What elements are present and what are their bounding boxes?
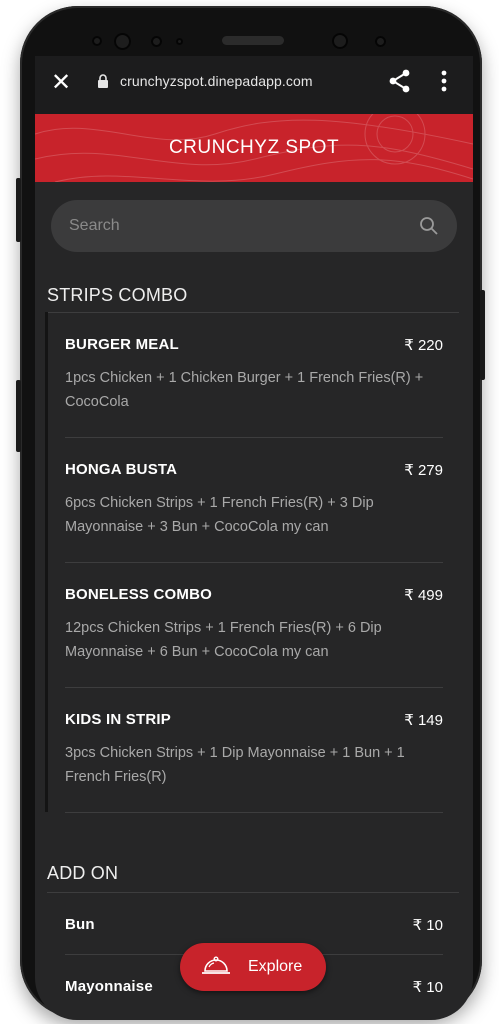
item-price: ₹ 10 bbox=[412, 917, 443, 934]
item-description: 3pcs Chicken Strips + 1 Dip Mayonnaise +… bbox=[65, 745, 405, 785]
item-description: 6pcs Chicken Strips + 1 French Fries(R) … bbox=[65, 495, 374, 535]
browser-bar: ✕ crunchyzspot.dinepadapp.com bbox=[35, 56, 473, 114]
restaurant-header: CRUNCHYZ SPOT bbox=[35, 114, 473, 182]
item-name: Mayonnaise bbox=[65, 978, 153, 995]
section-divider bbox=[47, 312, 459, 313]
item-name: Bun bbox=[65, 916, 95, 933]
item-price: ₹ 10 bbox=[412, 979, 443, 996]
item-name: BONELESS COMBO bbox=[65, 586, 212, 603]
app-screen: ✕ crunchyzspot.dinepadapp.com CRUNCHYZ S bbox=[35, 56, 473, 1020]
item-price: ₹ 149 bbox=[404, 712, 443, 729]
item-description: 1pcs Chicken + 1 Chicken Burger + 1 Fren… bbox=[65, 370, 424, 410]
search-icon[interactable] bbox=[419, 216, 439, 236]
share-icon[interactable] bbox=[387, 68, 413, 94]
lock-icon bbox=[98, 74, 108, 88]
item-name: KIDS IN STRIP bbox=[65, 711, 171, 728]
close-icon[interactable]: ✕ bbox=[51, 71, 71, 95]
explore-button[interactable]: Explore bbox=[180, 943, 326, 991]
url-text[interactable]: crunchyzspot.dinepadapp.com bbox=[120, 73, 313, 89]
section-divider bbox=[47, 892, 459, 893]
search-bar[interactable]: Search bbox=[51, 200, 457, 252]
item-price: ₹ 220 bbox=[404, 337, 443, 354]
item-divider bbox=[65, 687, 443, 688]
item-divider bbox=[65, 812, 443, 813]
food-cloche-icon bbox=[202, 956, 230, 974]
explore-label: Explore bbox=[248, 958, 303, 975]
power-button bbox=[480, 290, 485, 380]
section-title-strips-combo: STRIPS COMBO bbox=[47, 285, 188, 305]
more-vertical-icon[interactable] bbox=[440, 70, 448, 92]
restaurant-name: CRUNCHYZ SPOT bbox=[168, 137, 340, 158]
section-accent bbox=[45, 312, 48, 812]
search-placeholder[interactable]: Search bbox=[69, 217, 120, 235]
item-price: ₹ 499 bbox=[404, 587, 443, 604]
item-name: BURGER MEAL bbox=[65, 336, 179, 353]
item-divider bbox=[65, 437, 443, 438]
section-title-add-on: ADD ON bbox=[47, 863, 119, 883]
item-description: 12pcs Chicken Strips + 1 French Fries(R)… bbox=[65, 620, 382, 660]
item-name: HONGA BUSTA bbox=[65, 461, 178, 478]
item-price: ₹ 279 bbox=[404, 462, 443, 479]
item-divider bbox=[65, 562, 443, 563]
volume-button bbox=[16, 178, 21, 242]
side-button bbox=[16, 380, 21, 452]
